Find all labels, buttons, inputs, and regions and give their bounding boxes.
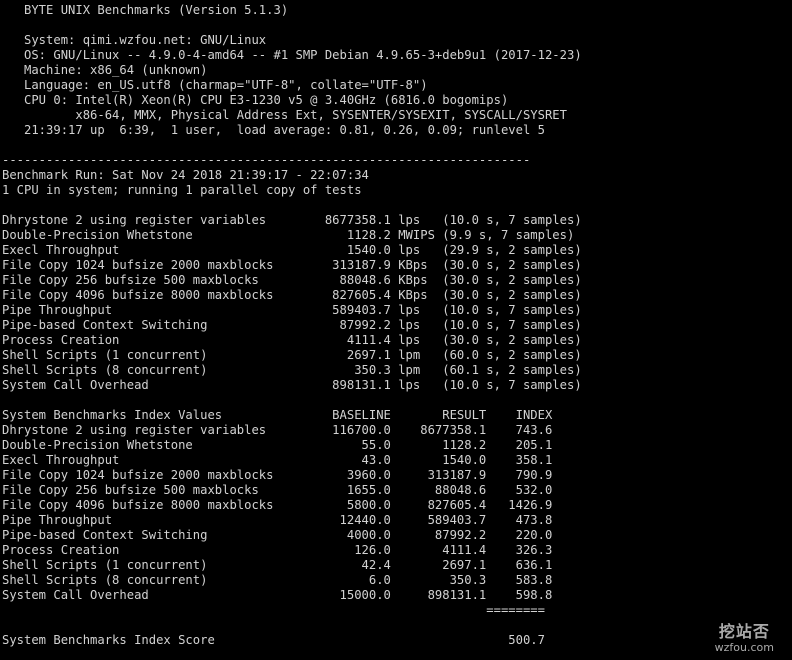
index-total-rule: ======== [2,603,545,617]
cpu-count-info: 1 CPU in system; running 1 parallel copy… [2,183,362,197]
index-row: File Copy 256 bufsize 500 maxblocks 1655… [2,483,553,497]
watermark-url: wzfou.com [714,641,774,654]
cpu-flags: x86-64, MMX, Physical Address Ext, SYSEN… [2,108,567,122]
index-row: Execl Throughput 43.0 1540.0 358.1 [2,453,553,467]
index-row: Process Creation 126.0 4111.4 326.3 [2,543,553,557]
result-row: Pipe-based Context Switching 87992.2 lps… [2,318,582,332]
index-row: Pipe Throughput 12440.0 589403.7 473.8 [2,513,553,527]
result-row: Dhrystone 2 using register variables 867… [2,213,582,227]
machine-info: Machine: x86_64 (unknown) [2,63,208,77]
index-header: System Benchmarks Index Values BASELINE … [2,408,553,422]
cpu-info: CPU 0: Intel(R) Xeon(R) CPU E3-1230 v5 @… [2,93,509,107]
result-row: Double-Precision Whetstone 1128.2 MWIPS … [2,228,575,242]
terminal-window[interactable]: BYTE UNIX Benchmarks (Version 5.1.3) Sys… [0,0,792,660]
result-row: Pipe Throughput 589403.7 lps (10.0 s, 7 … [2,303,582,317]
result-row: File Copy 4096 bufsize 8000 maxblocks 82… [2,288,582,302]
result-row: File Copy 256 bufsize 500 maxblocks 8804… [2,273,582,287]
index-row: File Copy 1024 bufsize 2000 maxblocks 39… [2,468,553,482]
index-row: Shell Scripts (1 concurrent) 42.4 2697.1… [2,558,553,572]
watermark: 挖站否 wzfou.com [714,622,774,655]
result-row: File Copy 1024 bufsize 2000 maxblocks 31… [2,258,582,272]
result-row: Execl Throughput 1540.0 lps (29.9 s, 2 s… [2,243,582,257]
system-info: System: qimi.wzfou.net: GNU/Linux [2,33,267,47]
index-row: File Copy 4096 bufsize 8000 maxblocks 58… [2,498,553,512]
separator: ----------------------------------------… [2,153,531,167]
benchmark-title: BYTE UNIX Benchmarks (Version 5.1.3) [2,3,289,17]
index-row: Dhrystone 2 using register variables 116… [2,423,553,437]
os-info: OS: GNU/Linux -- 4.9.0-4-amd64 -- #1 SMP… [2,48,582,62]
index-row: Double-Precision Whetstone 55.0 1128.2 2… [2,438,553,452]
index-score: System Benchmarks Index Score 500.7 [2,633,545,647]
result-row: Shell Scripts (8 concurrent) 350.3 lpm (… [2,363,582,377]
result-row: System Call Overhead 898131.1 lps (10.0 … [2,378,582,392]
language-info: Language: en_US.utf8 (charmap="UTF-8", c… [2,78,428,92]
benchmark-run-info: Benchmark Run: Sat Nov 24 2018 21:39:17 … [2,168,369,182]
watermark-logo-text: 挖站否 [718,622,770,641]
index-row: System Call Overhead 15000.0 898131.1 59… [2,588,553,602]
index-row: Shell Scripts (8 concurrent) 6.0 350.3 5… [2,573,553,587]
uptime-info: 21:39:17 up 6:39, 1 user, load average: … [2,123,545,137]
result-row: Process Creation 4111.4 lps (30.0 s, 2 s… [2,333,582,347]
result-row: Shell Scripts (1 concurrent) 2697.1 lpm … [2,348,582,362]
index-row: Pipe-based Context Switching 4000.0 8799… [2,528,553,542]
